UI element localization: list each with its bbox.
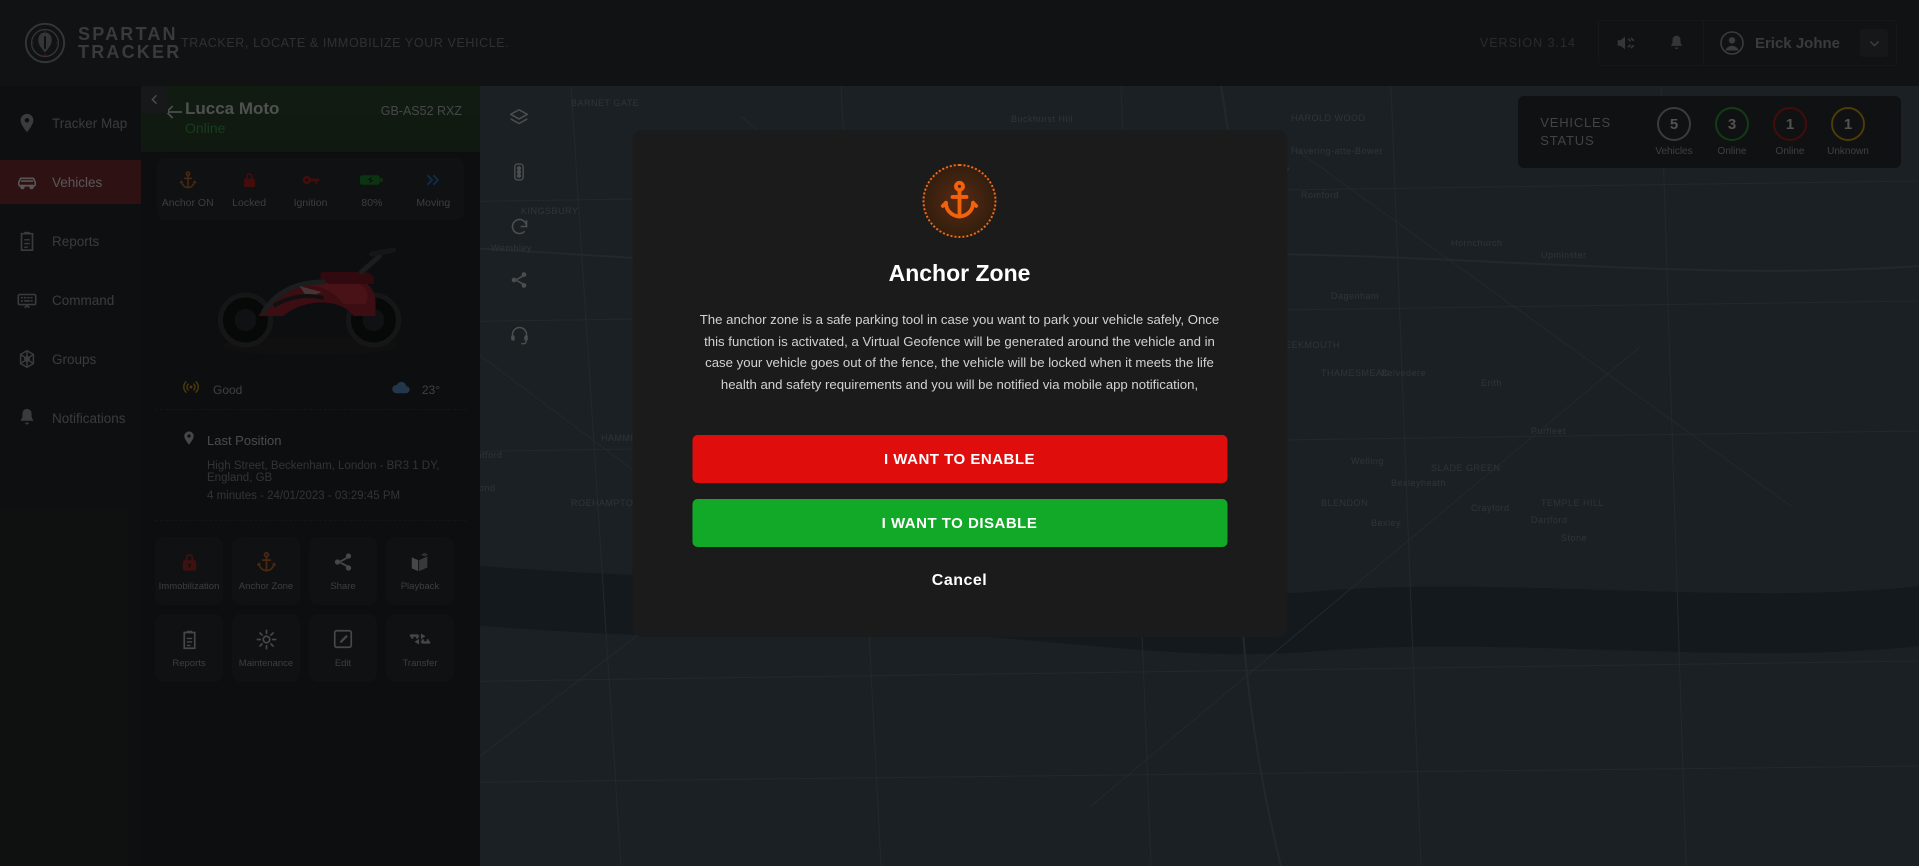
cancel-button[interactable]: Cancel [692,561,1227,601]
modal-body-text: The anchor zone is a safe parking tool i… [699,312,1220,392]
disable-button[interactable]: I WANT TO DISABLE [692,499,1227,548]
anchor-icon [922,164,997,238]
enable-button[interactable]: I WANT TO ENABLE [692,435,1227,484]
app-root: SPARTAN TRACKER TRACKER, LOCATE & IMMOBI… [0,0,1919,866]
anchor-zone-modal: Anchor Zone The anchor zone is a safe pa… [632,130,1287,638]
modal-title: Anchor Zone [888,260,1031,286]
